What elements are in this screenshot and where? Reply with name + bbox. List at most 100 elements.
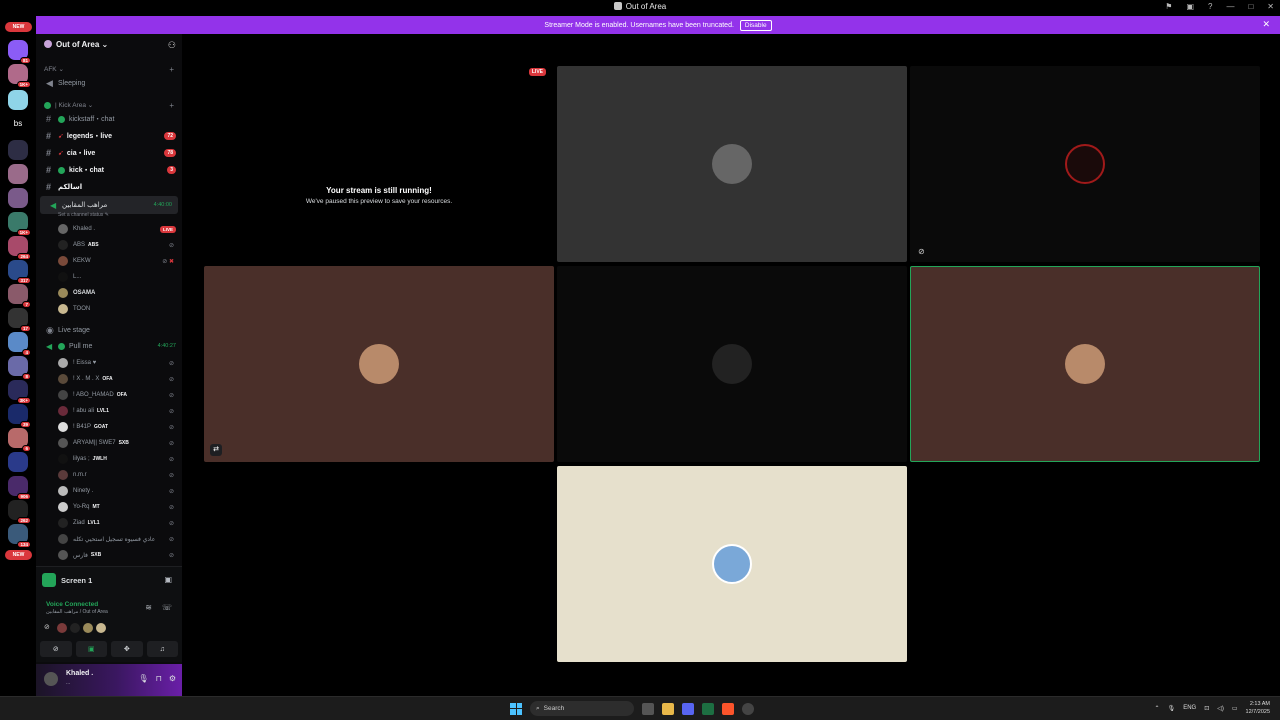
server-icon[interactable]: 4 xyxy=(8,332,31,356)
voice-member[interactable]: ! Eissa ♥ ⊘ xyxy=(36,356,182,370)
server-icon[interactable]: 7 xyxy=(8,284,31,308)
voice-connected-label[interactable]: Voice Connected xyxy=(46,601,98,608)
disconnect-icon[interactable]: ☏ xyxy=(162,603,172,612)
screen-icon[interactable]: ▣ xyxy=(1186,2,1194,11)
server-icon[interactable]: 262 xyxy=(8,500,31,524)
task-view-icon[interactable] xyxy=(642,702,654,715)
server-icon[interactable]: 134 xyxy=(8,524,31,548)
server-icon[interactable]: 3K+ xyxy=(8,380,31,404)
server-icon[interactable] xyxy=(8,452,28,472)
server-header[interactable]: Out of Area ⌄ ⚇ xyxy=(36,34,182,60)
soundboard-button[interactable]: ♫ xyxy=(146,641,178,657)
server-icon[interactable]: 317 xyxy=(8,260,31,284)
voice-member[interactable]: فارس SXB ⊘ xyxy=(36,548,182,562)
username[interactable]: Khaled . xyxy=(66,670,93,677)
microphone-icon[interactable]: 🎙 xyxy=(138,674,148,683)
voice-member[interactable]: عادي فسيوه تسجيل استحيي تكله ⊘ xyxy=(36,532,182,546)
app-icon[interactable] xyxy=(742,702,754,715)
category-kick-area[interactable]: | Kick Area ⌄ + xyxy=(36,98,182,112)
language-indicator[interactable]: ENG xyxy=(1183,705,1196,711)
screen-share-button[interactable]: ▣ xyxy=(75,641,107,657)
participant-tile[interactable]: ⊘ xyxy=(910,66,1260,262)
voice-member[interactable]: L... xyxy=(36,270,182,284)
voice-member[interactable]: KEKW ⊘ ✖ xyxy=(36,254,182,268)
server-icon[interactable]: 81 xyxy=(8,40,31,64)
voice-member[interactable]: Ziad LVL1 ⊘ xyxy=(36,516,182,530)
volume-icon[interactable]: ◁) xyxy=(1217,705,1224,712)
server-icon[interactable]: 906 xyxy=(8,476,31,500)
close-window-button[interactable]: ✕ xyxy=(1267,2,1274,11)
voice-member[interactable]: ! X . M . X OFA ⊘ xyxy=(36,372,182,386)
channel-status[interactable]: Set a channel status ✎ xyxy=(36,210,182,219)
server-icon[interactable]: 6 xyxy=(8,428,31,452)
battery-icon[interactable]: ▭ xyxy=(1232,705,1238,712)
settings-gear-icon[interactable]: ⚙ xyxy=(169,674,176,683)
server-icon[interactable] xyxy=(8,90,28,110)
server-icon[interactable]: 264 xyxy=(8,236,31,260)
voice-member[interactable]: ! abu ali LVL1 ⊘ xyxy=(36,404,182,418)
channel-kickstaff-chat[interactable]: # kickstaff・chat xyxy=(36,112,182,126)
voice-member[interactable]: TOON xyxy=(36,302,182,316)
voice-channel-sleeping[interactable]: ◀ Sleeping xyxy=(36,76,182,90)
voice-member[interactable]: Khaled . LIVE xyxy=(36,222,182,236)
popout-icon[interactable]: ▣ xyxy=(164,575,172,584)
excel-icon[interactable] xyxy=(702,702,714,715)
help-icon[interactable]: ? xyxy=(1208,2,1212,11)
chevron-up-icon[interactable]: ⌃ xyxy=(1155,705,1160,712)
participant-tile-speaking[interactable] xyxy=(910,266,1260,462)
participant-tile[interactable] xyxy=(557,66,907,262)
server-icon[interactable]: 1K+ xyxy=(8,212,31,236)
channel-kick-chat[interactable]: # kick・chat 3 xyxy=(36,163,182,177)
add-channel-icon[interactable]: + xyxy=(169,101,174,110)
brave-browser-icon[interactable] xyxy=(722,702,734,715)
stream-paused-tile[interactable]: LIVE Your stream is still running! We've… xyxy=(204,66,554,262)
avatar[interactable] xyxy=(96,623,106,633)
voice-location[interactable]: مراهب المقابين / Out of Area xyxy=(46,609,108,615)
server-icon[interactable] xyxy=(8,188,28,208)
avatar[interactable] xyxy=(70,623,80,633)
participant-tile[interactable]: ⇄ xyxy=(204,266,554,462)
stage-channel[interactable]: ◉ Live stage xyxy=(36,323,182,337)
file-explorer-icon[interactable] xyxy=(662,702,674,715)
taskbar-search[interactable]: ⌕ Search xyxy=(530,701,634,716)
avatar[interactable] xyxy=(83,623,93,633)
disable-button[interactable]: Disable xyxy=(739,19,772,31)
voice-member[interactable]: ! ABO_HAMAD OFA ⊘ xyxy=(36,388,182,402)
network-icon[interactable]: ⊡ xyxy=(1204,705,1209,712)
category-afk[interactable]: AFK ⌄ + xyxy=(36,62,182,76)
server-icon[interactable]: 1K+ xyxy=(8,64,31,88)
noise-suppression-icon[interactable]: ≋ xyxy=(145,603,152,612)
microphone-icon[interactable]: 🎙 xyxy=(1168,705,1176,712)
voice-member[interactable]: Yo-Rq MT ⊘ xyxy=(36,500,182,514)
voice-member[interactable]: Ninety . ⊘ xyxy=(36,484,182,498)
channel-arabic[interactable]: # اسالكم xyxy=(36,180,182,194)
server-icon[interactable] xyxy=(8,164,28,184)
voice-member[interactable]: OSAMA xyxy=(36,286,182,300)
voice-member[interactable]: ! B41P GOAT ⊘ xyxy=(36,420,182,434)
clock[interactable]: 2:13 AM 12/7/2025 xyxy=(1246,700,1270,716)
maximize-button[interactable]: □ xyxy=(1248,2,1253,11)
channel-cia-live[interactable]: # ➹ cia・live 78 xyxy=(36,146,182,160)
server-icon[interactable]: 8 xyxy=(8,356,31,380)
avatar[interactable] xyxy=(57,623,67,633)
discord-icon[interactable] xyxy=(682,702,694,715)
server-icon[interactable]: bs xyxy=(8,114,28,134)
headphones-icon[interactable]: ⊓ xyxy=(156,674,162,683)
windows-start-icon[interactable] xyxy=(510,702,522,715)
voice-member[interactable]: ARYAM|| SWE7 SXB ⊘ xyxy=(36,436,182,450)
add-channel-icon[interactable]: + xyxy=(169,65,174,74)
server-icon[interactable]: 39 xyxy=(8,404,31,428)
server-folder-icon[interactable] xyxy=(8,140,28,160)
voice-channel-pull-me[interactable]: ◀ Pull me 4:40:27 xyxy=(36,339,182,353)
inbox-icon[interactable]: ⚑ xyxy=(1165,2,1172,11)
add-member-icon[interactable]: ⚇ xyxy=(168,40,176,51)
participant-tile[interactable] xyxy=(557,466,907,662)
participant-tile[interactable] xyxy=(557,266,907,462)
channel-legends-live[interactable]: # ➹ legends・live 72 xyxy=(36,129,182,143)
server-icon[interactable]: 17 xyxy=(8,308,31,332)
avatar[interactable] xyxy=(44,672,58,686)
activities-button[interactable]: ✥ xyxy=(111,641,143,657)
voice-member[interactable]: lilyas ; JWLH ⊘ xyxy=(36,452,182,466)
voice-member[interactable]: ABS ABS ⊘ xyxy=(36,238,182,252)
minimize-button[interactable]: — xyxy=(1226,2,1234,11)
